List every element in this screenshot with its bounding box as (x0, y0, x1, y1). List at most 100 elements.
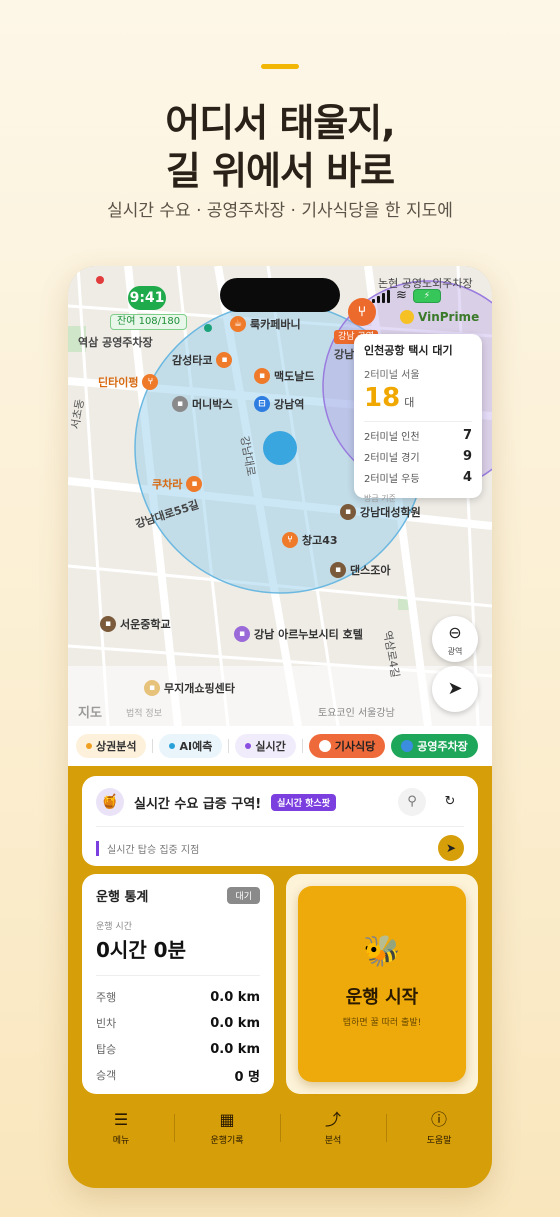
bag-icon: ▪ (144, 680, 160, 696)
poi-label: 맥도날드 (274, 370, 315, 383)
poi-label: 딘타이펑 (98, 376, 139, 389)
location-arrow-icon: ➤ (447, 678, 463, 699)
zoom-label: 광역 (447, 647, 463, 656)
cafe-icon: ☕ (230, 316, 246, 332)
pin-icon: ⚲ (407, 794, 417, 809)
magnifier-minus-icon: ⊖ (448, 623, 462, 642)
poi-moneybox[interactable]: ▪ 머니박스 (172, 396, 232, 412)
status-indicators: ≋ ⚡ (372, 288, 441, 303)
nav-label: 도움말 (426, 1136, 452, 1146)
taxi-row-value: 4 (462, 470, 472, 485)
poi-label: 쿠차라 (152, 478, 183, 491)
poi-rook-cafe[interactable]: ☕ 룩카페바니 (230, 316, 301, 332)
poi-label: 무지개쇼핑센타 (164, 682, 235, 695)
taxi-row-value: 7 (462, 428, 472, 443)
nav-label: 운행기록 (210, 1136, 244, 1146)
map-label-gangnam-partial: 강남 (334, 348, 355, 361)
hero-subtitle: 실시간 수요 · 공영주차장 · 기사식당을 한 지도에 (107, 201, 453, 221)
poi-gangnam-station[interactable]: ⊟ 강남역 (254, 396, 304, 412)
stats-row: 주행 0.0 km (96, 984, 260, 1010)
poi-label: 강남 아르누보시티 호텔 (254, 628, 363, 641)
poi-label: VinPrime (418, 310, 480, 324)
filter-chip-realtime[interactable]: 실시간 (235, 734, 296, 758)
dynamic-island (220, 278, 340, 312)
poi-changgo43[interactable]: ⑂ 창고43 (282, 532, 338, 548)
phone-frame: 논현 공영노외주차장 9:41 ≋ ⚡ 잔여 108/180 역삼 공영주차장 … (68, 266, 492, 1188)
chip-label: AI예측 (179, 740, 213, 753)
taxi-row: 2터미널 인천 7 (364, 428, 472, 443)
poi-dance-jo[interactable]: ▪ 댄스조아 (330, 562, 390, 578)
map-view[interactable]: 논현 공영노외주차장 9:41 ≋ ⚡ 잔여 108/180 역삼 공영주차장 … (68, 266, 492, 726)
honey-pot-icon: 🍯 (96, 788, 124, 816)
maps-attribution: 지도 (78, 702, 102, 721)
plate-icon (318, 740, 331, 752)
divider (228, 739, 230, 753)
navigate-button[interactable]: ➤ (438, 835, 464, 861)
stats-row: 탑승 0.0 km (96, 1036, 260, 1062)
filter-chip-ai[interactable]: AI예측 (159, 734, 223, 758)
locate-me-button[interactable]: ➤ (432, 666, 478, 712)
taxi-card-terminal: 2터미널 서울 (364, 370, 420, 381)
bee-icon: 🐝 (363, 934, 401, 969)
nav-item-menu[interactable]: ☰ 메뉴 (68, 1104, 174, 1154)
battery-charging-icon: ⚡ (412, 288, 441, 303)
stats-row: 승객 0 명 (96, 1062, 260, 1088)
stats-row-value: 0 명 (234, 1069, 260, 1085)
taxi-count-unit: 대 (404, 396, 415, 409)
filter-chip-cafeteria[interactable]: 기사식당 (308, 734, 386, 758)
poi-arunuvo[interactable]: ▪ 강남 아르누보시티 호텔 (234, 626, 363, 642)
legal-link[interactable]: 법적 정보 (126, 706, 162, 719)
chip-label: 상권분석 (96, 740, 137, 753)
taxi-row-value: 9 (462, 449, 472, 464)
zoom-out-button[interactable]: ⊖ 광역 (432, 616, 478, 662)
hotspot-card[interactable]: 🍯 실시간 수요 급증 구역! 실시간 핫스팟 ⚲ ↻ 실시간 탑승 집중 지점… (82, 776, 478, 866)
status-time: 9:41 (128, 286, 166, 310)
accent-bar (261, 64, 299, 69)
taxi-row-label: 2터미널 인천 (364, 432, 420, 443)
nav-label: 메뉴 (112, 1136, 130, 1146)
poi-mcdonalds[interactable]: ▪ 맥도날드 (254, 368, 314, 384)
poi-vinprime[interactable]: VinPrime (400, 310, 479, 324)
fork-knife-icon: ⑂ (142, 374, 159, 390)
poi-label: 서운중학교 (120, 618, 171, 631)
filter-chip-commercial[interactable]: 상권분석 (76, 734, 147, 758)
taxi-card-footer: 방금 기준 (364, 494, 396, 503)
driving-stats-card: 운행 통계 대기 운행 시간 0시간 0분 주행 0.0 km 빈차 0.0 km … (82, 874, 274, 1094)
poi-seoun-middle[interactable]: ▪ 서운중학교 (100, 616, 171, 632)
burger-icon: ▪ (254, 368, 270, 384)
duration-value: 0시간 0분 (96, 938, 186, 962)
start-driving-button[interactable]: 🐝 운행 시작 탭하면 꿀 따러 출발! (298, 886, 466, 1082)
chip-label: 공영주차장 (417, 740, 468, 753)
airport-taxi-card[interactable]: 인천공항 택시 대기 2터미널 서울 18 대 2터미널 인천 7 2터미널 경기 9… (354, 334, 482, 503)
chip-dot (245, 743, 252, 749)
poi-label: 댄스조아 (350, 564, 391, 577)
chart-icon: ⤴ (324, 1110, 341, 1129)
stats-row-value: 0.0 km (210, 1041, 260, 1057)
signal-icon (372, 289, 390, 303)
hotspot-title: 실시간 수요 급증 구역! (134, 796, 262, 812)
fork-knife-icon: ⑂ (282, 532, 298, 548)
hotspot-subtitle: 실시간 탑승 집중 지점 (96, 840, 199, 856)
poi-gangnam-academy[interactable]: ▪ 강남대성학원 (340, 504, 421, 520)
nav-item-records[interactable]: ▦ 운행기록 (174, 1104, 280, 1154)
chip-dot (86, 743, 92, 749)
filter-chip-parking[interactable]: 공영주차장 (391, 734, 478, 758)
nav-item-analysis[interactable]: ⤴ 분석 (280, 1104, 386, 1154)
poi-dintaifung[interactable]: 딘타이펑 ⑂ (98, 374, 159, 390)
start-driving-sublabel: 탭하면 꿀 따러 출발! (342, 1018, 422, 1028)
stats-row-label: 주행 (96, 991, 117, 1004)
poi-mujigae[interactable]: ▪ 무지개쇼핑센타 (144, 680, 235, 696)
bed-icon: ▪ (234, 626, 250, 642)
stats-title: 운행 통계 (96, 890, 149, 905)
divider (96, 975, 260, 976)
chip-label: 실시간 (255, 740, 286, 753)
pin-button[interactable]: ⚲ (398, 788, 426, 816)
poi-kucharra[interactable]: 쿠차라 ▪ (152, 476, 203, 492)
poi-gamsung-taco[interactable]: 감성타코 ▪ (172, 352, 233, 368)
refresh-button[interactable]: ↻ (436, 788, 464, 816)
restaurant-pin-icon[interactable]: ⑂ (348, 298, 376, 326)
stats-row-value: 0.0 km (210, 989, 260, 1005)
stats-row-label: 빈차 (96, 1017, 117, 1030)
poi-label: 강남대성학원 (360, 506, 421, 519)
nav-item-help[interactable]: ⓘ 도움말 (386, 1104, 492, 1154)
